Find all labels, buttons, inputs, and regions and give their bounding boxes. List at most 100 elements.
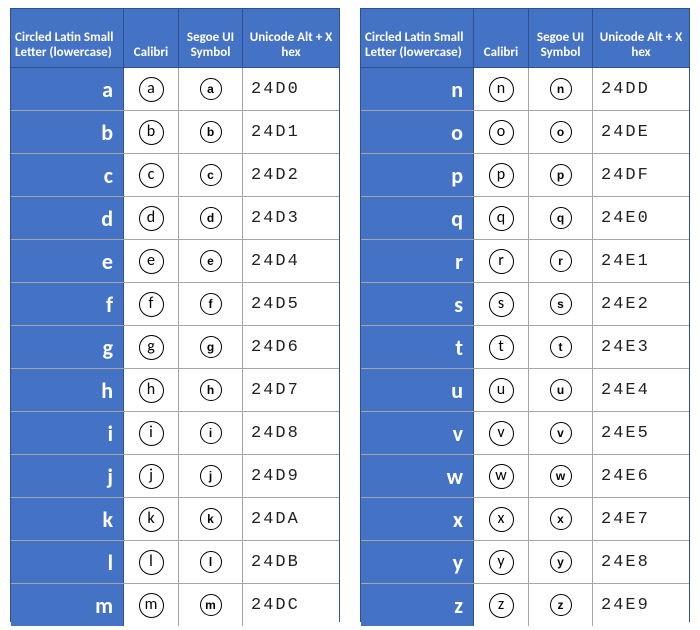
circled-letter-icon: x <box>489 507 514 532</box>
circled-letter-icon: j <box>200 465 222 487</box>
glyph-calibri: y <box>474 541 529 583</box>
glyph-calibri: z <box>474 584 529 626</box>
unicode-hex: 24D6 <box>243 326 339 368</box>
row-letter: g <box>11 326 124 368</box>
circled-letter-icon: e <box>200 250 222 272</box>
table-left: Circled Latin Small Letter (lowercase) C… <box>10 8 340 622</box>
table-row: ttt24E3 <box>361 326 689 369</box>
table-row: ccc24D2 <box>11 154 339 197</box>
unicode-hex: 24D3 <box>243 197 339 239</box>
row-letter: m <box>11 584 124 626</box>
circled-letter-icon: y <box>550 551 572 573</box>
circled-letter-icon: u <box>550 379 572 401</box>
table-row: nnn24DD <box>361 68 689 111</box>
table-row: iii24D8 <box>11 412 339 455</box>
glyph-calibri: j <box>124 455 179 497</box>
circled-letter-icon: t <box>550 336 572 358</box>
row-letter: p <box>361 154 474 196</box>
row-letter: y <box>361 541 474 583</box>
circled-letter-icon: x <box>550 508 572 530</box>
glyph-segoe-symbol: f <box>179 283 243 325</box>
row-letter: b <box>11 111 124 153</box>
glyph-segoe-symbol: v <box>529 412 593 454</box>
circled-letter-icon: r <box>550 250 572 272</box>
circled-letter-icon: d <box>200 207 222 229</box>
circled-letter-icon: v <box>550 422 572 444</box>
circled-letter-icon: m <box>200 594 222 616</box>
glyph-segoe-symbol: w <box>529 455 593 497</box>
glyph-segoe-symbol: r <box>529 240 593 282</box>
table-header: Circled Latin Small Letter (lowercase) C… <box>11 9 339 68</box>
row-letter: a <box>11 68 124 110</box>
glyph-calibri: o <box>474 111 529 153</box>
unicode-hex: 24E2 <box>593 283 689 325</box>
header-symbol: Segoe UI Symbol <box>179 9 243 67</box>
circled-letter-icon: h <box>139 378 164 403</box>
table-row: rrr24E1 <box>361 240 689 283</box>
table-row: yyy24E8 <box>361 541 689 584</box>
table-row: xxx24E7 <box>361 498 689 541</box>
glyph-segoe-symbol: o <box>529 111 593 153</box>
circled-letter-icon: j <box>139 464 164 489</box>
row-letter: h <box>11 369 124 411</box>
row-letter: r <box>361 240 474 282</box>
table-row: mmm24DC <box>11 584 339 626</box>
table-right: Circled Latin Small Letter (lowercase) C… <box>360 8 690 622</box>
glyph-calibri: e <box>124 240 179 282</box>
glyph-calibri: g <box>124 326 179 368</box>
header-letter: Circled Latin Small Letter (lowercase) <box>11 9 124 67</box>
row-letter: x <box>361 498 474 540</box>
unicode-hex: 24DC <box>243 584 339 626</box>
circled-letter-icon: s <box>550 293 572 315</box>
unicode-hex: 24D1 <box>243 111 339 153</box>
row-letter: o <box>361 111 474 153</box>
unicode-hex: 24D7 <box>243 369 339 411</box>
unicode-hex: 24E6 <box>593 455 689 497</box>
table-row: lll24DB <box>11 541 339 584</box>
unicode-hex: 24D9 <box>243 455 339 497</box>
circled-letter-icon: l <box>200 551 222 573</box>
row-letter: i <box>11 412 124 454</box>
circled-letter-icon: c <box>139 163 164 188</box>
row-letter: v <box>361 412 474 454</box>
circled-letter-icon: i <box>200 422 222 444</box>
header-hex: Unicode Alt + X hex <box>593 9 689 67</box>
unicode-hex: 24DD <box>593 68 689 110</box>
circled-letter-icon: t <box>489 335 514 360</box>
table-row: ggg24D6 <box>11 326 339 369</box>
unicode-hex: 24DA <box>243 498 339 540</box>
circled-letter-icon: u <box>489 378 514 403</box>
unicode-hex: 24D5 <box>243 283 339 325</box>
unicode-hex: 24DE <box>593 111 689 153</box>
glyph-segoe-symbol: q <box>529 197 593 239</box>
circled-letter-icon: p <box>550 164 572 186</box>
table-row: aaa24D0 <box>11 68 339 111</box>
glyph-calibri: f <box>124 283 179 325</box>
table-row: jjj24D9 <box>11 455 339 498</box>
circled-letter-icon: o <box>550 121 572 143</box>
row-letter: w <box>361 455 474 497</box>
circled-letter-icon: p <box>489 163 514 188</box>
glyph-calibri: q <box>474 197 529 239</box>
unicode-hex: 24D0 <box>243 68 339 110</box>
circled-letter-icon: q <box>550 207 572 229</box>
unicode-hex: 24E0 <box>593 197 689 239</box>
header-symbol: Segoe UI Symbol <box>529 9 593 67</box>
row-letter: k <box>11 498 124 540</box>
circled-letter-icon: l <box>139 550 164 575</box>
unicode-hex: 24E1 <box>593 240 689 282</box>
glyph-calibri: v <box>474 412 529 454</box>
unicode-hex: 24E5 <box>593 412 689 454</box>
glyph-segoe-symbol: p <box>529 154 593 196</box>
row-letter: d <box>11 197 124 239</box>
unicode-hex: 24E3 <box>593 326 689 368</box>
glyph-calibri: k <box>124 498 179 540</box>
circled-letter-icon: b <box>200 121 222 143</box>
glyph-calibri: p <box>474 154 529 196</box>
circled-letter-icon: c <box>200 164 222 186</box>
circled-letter-icon: f <box>139 292 164 317</box>
row-letter: c <box>11 154 124 196</box>
header-calibri: Calibri <box>124 9 179 67</box>
row-letter: e <box>11 240 124 282</box>
glyph-segoe-symbol: d <box>179 197 243 239</box>
